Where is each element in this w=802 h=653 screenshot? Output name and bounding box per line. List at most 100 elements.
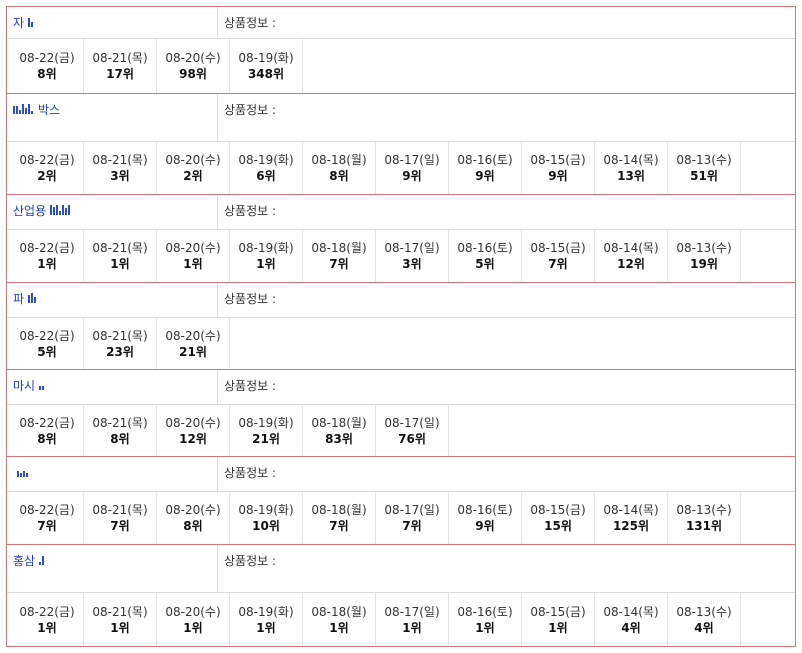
rank-date: 08-16(토) [457, 503, 513, 517]
product-block: 산업용 상품정보 :08-22(금) 1위 08-21(목) 1위 08-20(수) 1위 0… [7, 195, 795, 283]
rank-value: 6위 [256, 169, 276, 183]
rank-cell: 08-13(수) 4위 [668, 593, 741, 646]
rank-date: 08-19(화) [238, 241, 294, 255]
rank-cell: 08-15(금) 9위 [522, 142, 595, 194]
rank-date: 08-16(토) [457, 241, 513, 255]
rank-cell: 08-21(목) 1위 [84, 230, 157, 282]
product-name[interactable]: 산업용 [7, 195, 218, 229]
rank-date: 08-15(금) [530, 153, 586, 167]
rank-cell: 08-13(수) 19위 [668, 230, 741, 282]
rank-date: 08-14(목) [603, 503, 659, 517]
rank-value: 21위 [252, 431, 280, 446]
rank-date: 08-22(금) [19, 604, 75, 619]
rank-cell: 08-22(금) 8위 [11, 405, 84, 456]
rank-cell: 08-19(화) 10위 [230, 492, 303, 544]
rank-value: 8위 [183, 519, 203, 533]
redacted-text [39, 553, 45, 565]
rank-date: 08-16(토) [457, 604, 513, 619]
rank-date: 08-20(수) [165, 604, 221, 619]
rank-cell: 08-20(수) 12위 [157, 405, 230, 456]
rank-value: 4위 [694, 620, 714, 635]
product-name[interactable]: 자 [7, 7, 218, 38]
rank-date: 08-13(수) [676, 503, 732, 517]
rank-cell: 08-16(토) 5위 [449, 230, 522, 282]
rank-cell: 08-19(화) 1위 [230, 593, 303, 646]
product-info-label: 상품정보 : [224, 379, 277, 393]
rank-history: 08-22(금) 1위 08-21(목) 1위 08-20(수) 1위 08-19(화) 1위… [7, 230, 795, 282]
rank-date: 08-21(목) [92, 503, 148, 517]
product-header: 박스 상품정보 : [7, 94, 795, 142]
rank-cell: 08-19(화) 21위 [230, 405, 303, 456]
product-block: 박스 상품정보 :08-22(금) 2위 08-21(목) 3위 08-20(수) 2위 08… [7, 94, 795, 195]
rank-cell: 08-14(목) 12위 [595, 230, 668, 282]
product-name[interactable]: 박스 [7, 94, 218, 141]
product-block: 파 상품정보 :08-22(금) 5위 08-21(목) 23위 08-20(수) 21위 [7, 283, 795, 370]
product-name[interactable]: 파 [7, 283, 218, 317]
rank-date: 08-20(수) [165, 415, 221, 430]
rank-cell: 08-18(월) 1위 [303, 593, 376, 646]
rank-date: 08-13(수) [676, 153, 732, 167]
product-name[interactable] [7, 457, 218, 491]
rank-date: 08-14(목) [603, 604, 659, 619]
rank-cell: 08-13(수) 51위 [668, 142, 741, 194]
rank-cell: 08-13(수) 131위 [668, 492, 741, 544]
rank-cell: 08-22(금) 1위 [11, 230, 84, 282]
rank-cell: 08-22(금) 5위 [11, 318, 84, 369]
rank-date: 08-17(일) [384, 153, 440, 167]
product-name[interactable]: 마시 [7, 370, 218, 404]
rank-value: 23위 [106, 344, 134, 359]
product-info-label: 상품정보 : [224, 554, 277, 568]
rank-date: 08-17(일) [384, 503, 440, 517]
rank-value: 1위 [110, 620, 130, 635]
product-name-text[interactable]: 자 [13, 14, 24, 31]
product-name-text[interactable]: 파 [13, 290, 24, 307]
rank-value: 1위 [183, 620, 203, 635]
product-name-text[interactable]: 박스 [38, 101, 60, 118]
rank-date: 08-20(수) [165, 51, 221, 65]
rank-value: 348위 [247, 67, 285, 81]
rank-date: 08-18(월) [311, 503, 367, 517]
rank-date: 08-18(월) [311, 241, 367, 255]
rank-value: 131위 [685, 519, 723, 533]
rank-cell: 08-18(월) 83위 [303, 405, 376, 456]
product-block: 자 상품정보 :08-22(금) 8위 08-21(목) 17위 08-20(수) 98위 0… [7, 7, 795, 94]
rank-cell: 08-16(토) 1위 [449, 593, 522, 646]
rank-cell: 08-15(금) 7위 [522, 230, 595, 282]
rank-cell: 08-17(일) 1위 [376, 593, 449, 646]
rank-cell: 08-20(수) 2위 [157, 142, 230, 194]
rank-history: 08-22(금) 7위 08-21(목) 7위 08-20(수) 8위 08-19(화) 10… [7, 492, 795, 544]
rank-cell: 08-14(목) 125위 [595, 492, 668, 544]
rank-value: 1위 [110, 257, 130, 271]
rank-value: 7위 [329, 257, 349, 271]
product-header: 자 상품정보 : [7, 7, 795, 39]
rank-cell: 08-22(금) 7위 [11, 492, 84, 544]
rank-cell: 08-17(일) 9위 [376, 142, 449, 194]
redacted-text [50, 203, 71, 215]
rank-history: 08-22(금) 8위 08-21(목) 8위 08-20(수) 12위 08-19(화) 2… [7, 405, 795, 456]
rank-date: 08-20(수) [165, 241, 221, 255]
rank-cell: 08-20(수) 8위 [157, 492, 230, 544]
rank-date: 08-21(목) [92, 328, 148, 343]
product-name[interactable]: 홍삼 [7, 545, 218, 592]
rank-cell: 08-17(일) 7위 [376, 492, 449, 544]
redacted-text [39, 378, 45, 390]
rank-value: 8위 [329, 169, 349, 183]
rank-value: 21위 [179, 344, 207, 359]
rank-value: 7위 [110, 519, 130, 533]
product-name-text[interactable]: 산업용 [13, 202, 46, 219]
rank-value: 2위 [37, 169, 57, 183]
rank-date: 08-22(금) [19, 153, 75, 167]
rank-value: 12위 [617, 257, 645, 271]
rank-date: 08-18(월) [311, 415, 367, 430]
rank-value: 13위 [617, 169, 645, 183]
rank-cell: 08-15(금) 1위 [522, 593, 595, 646]
rank-date: 08-15(금) [530, 604, 586, 619]
redacted-text [13, 102, 34, 114]
rank-date: 08-19(화) [238, 153, 294, 167]
product-name-text[interactable]: 마시 [13, 377, 35, 394]
rank-date: 08-21(목) [92, 415, 148, 430]
rank-value: 5위 [475, 257, 495, 271]
rank-value: 1위 [183, 257, 203, 271]
product-name-text[interactable]: 홍삼 [13, 552, 35, 569]
rank-date: 08-15(금) [530, 503, 586, 517]
